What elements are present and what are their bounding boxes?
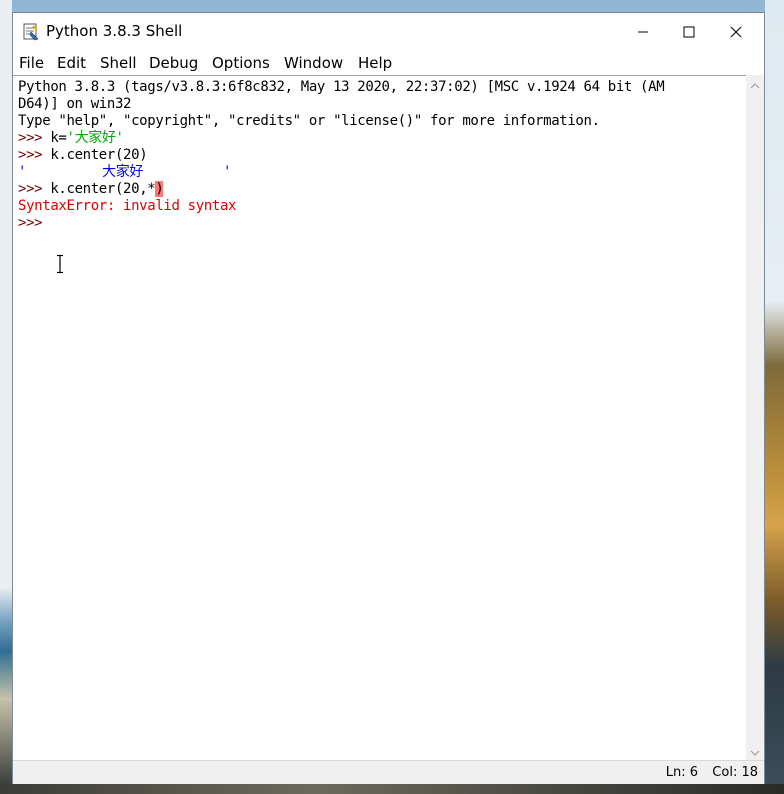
shell-prompt: >>> [18, 130, 51, 146]
string-literal: '大家好' [66, 130, 124, 146]
window-title: Python 3.8.3 Shell [46, 22, 183, 40]
close-button[interactable] [713, 13, 759, 51]
minimize-button[interactable] [620, 13, 666, 51]
maximize-button[interactable] [666, 13, 712, 51]
title-bar[interactable]: Python 3.8.3 Shell [13, 13, 764, 51]
scroll-down-arrow-icon[interactable] [746, 746, 764, 760]
text-cursor-icon [57, 254, 63, 274]
menu-window[interactable]: Window [284, 54, 343, 72]
output-quote-open: ' [18, 164, 27, 180]
code-text: k.center(20) [50, 147, 148, 163]
close-icon [730, 26, 742, 38]
menu-file[interactable]: File [19, 54, 44, 72]
desktop-wallpaper-right [765, 0, 784, 794]
output-value: 大家好 [102, 164, 144, 180]
status-column-number: Col: 18 [712, 765, 758, 780]
menu-debug[interactable]: Debug [149, 54, 198, 72]
shell-text-area[interactable]: Python 3.8.3 (tags/v3.8.3:6f8c832, May 1… [13, 75, 746, 761]
status-bar: Ln: 6 Col: 18 [13, 760, 764, 784]
input-line-1: >>> k='大家好' [18, 130, 124, 147]
output-line: ' 大家好 ' [18, 164, 231, 181]
error-message: SyntaxError: invalid syntax [18, 198, 237, 214]
input-line-3: >>> k.center(20,*) [18, 181, 164, 198]
menu-help[interactable]: Help [358, 54, 392, 72]
scroll-up-arrow-icon[interactable] [746, 79, 764, 93]
python-idle-icon [23, 23, 39, 41]
idle-shell-window: Python 3.8.3 Shell File Edit Shell Debug… [12, 12, 765, 784]
shell-prompt: >>> [18, 181, 51, 197]
minimize-icon [638, 31, 648, 33]
maximize-icon [683, 26, 695, 38]
desktop-wallpaper-left [0, 0, 12, 794]
menu-edit[interactable]: Edit [57, 54, 86, 72]
code-text: k.center(20,* [50, 181, 156, 197]
syntax-error-highlight: ) [155, 181, 164, 197]
output-quote-close: ' [223, 164, 232, 180]
menu-bar: File Edit Shell Debug Options Window Hel… [13, 51, 764, 75]
banner-line-1: Python 3.8.3 (tags/v3.8.3:6f8c832, May 1… [18, 79, 665, 95]
code-text: k= [50, 130, 67, 146]
status-line-number: Ln: 6 [665, 765, 698, 780]
desktop-wallpaper-bottom [0, 784, 784, 794]
shell-prompt: >>> [18, 215, 51, 231]
input-line-2: >>> k.center(20) [18, 147, 148, 164]
menu-options[interactable]: Options [212, 54, 270, 72]
shell-prompt: >>> [18, 147, 51, 163]
input-line-current: >>> [18, 215, 50, 232]
vertical-scrollbar[interactable] [746, 75, 764, 760]
banner-line-3: Type "help", "copyright", "credits" or "… [18, 113, 600, 129]
banner-line-2: D64)] on win32 [18, 96, 132, 112]
menu-shell[interactable]: Shell [100, 54, 137, 72]
